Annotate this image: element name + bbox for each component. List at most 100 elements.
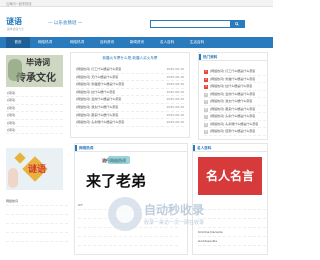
list-item[interactable]: Goddessville [198,237,266,246]
site-slogan: — 以乐会猜谜 — [48,21,83,26]
news-date: 2025-08-16 [166,112,184,117]
rank-row[interactable]: 4 [网络热词] 爱的什么梗是什么意思 [204,91,266,98]
list-item[interactable]: [诗词] [6,97,63,105]
mid-panel-2-header: 网络热词 [75,144,187,152]
left-hero-line2: 传承文化 [16,73,56,84]
watermark-logo-icon [108,197,142,231]
news-date: 2025-08-16 [166,97,184,102]
list-item[interactable]: 网络热词 [6,197,68,206]
rank-list: 1 [网络热词] 打工什么梗是什么意思 2 [网络热词] 鲁猫什么梗是什么意思 3[… [204,68,266,136]
list-item[interactable] [6,233,68,242]
rank-number: 1 [204,70,208,74]
search-icon [235,22,239,26]
rank-number: 6 [204,107,208,112]
list-item[interactable] [6,215,68,224]
left-hero-image-2[interactable]: 谜语 [6,148,63,190]
rank-number: 8 [204,122,208,127]
rank-row[interactable]: 6 [网络热词] 跟来什么梗是什么意思 [204,106,266,113]
list-item[interactable]: [诗词] [6,90,63,98]
rank-row[interactable]: 1 [网络热词] 打工什么梗是什么意思 [204,68,266,76]
main-nav: 首页 网络热词 网络热词 百科资讯 新闻资讯 名人百科 生活百科 [0,37,273,48]
rank-text: [网络热词] 爱的什么梗是什么意思 [210,91,256,96]
left-hero-image[interactable]: 毕诗词 传承文化 [6,55,63,87]
news-title: [网络热词] 鲁猫团什么梗是什么意思 [76,82,125,87]
list-item[interactable]: [诗词] [6,120,63,127]
watermark-subtitle: 收录一来访一次一即在收录 [144,220,205,226]
nav-item-3[interactable]: 百科资讯 [94,37,120,48]
rank-text: [网络热词] 鲁猫什么梗是什么意思 [210,76,256,81]
nav-item-1[interactable]: 网络热词 [32,37,58,48]
news-row[interactable]: [网络热词] 扯什么梗什么意思 2025-08-16 [76,89,184,97]
news-date: 2025-08-16 [166,67,184,71]
news-row[interactable]: [网络热词] 跟来什么梗什么意思 2025-08-16 [76,112,184,120]
right-panel-2-title: 名人百科 [197,145,212,150]
news-title: [网络热词] 打工什么梗是什么意思 [76,67,122,71]
list-item[interactable]: [诗词] [6,127,63,135]
rank-number: 9 [204,130,208,134]
nav-item-6[interactable]: 生活百科 [184,37,210,48]
list-item[interactable]: [诗词] [6,112,63,120]
rank-text: [网络热词] 打工什么梗是什么意思 [210,69,256,73]
rank-number: 4 [204,92,208,97]
search-box [150,20,245,28]
rank-number: 3 [204,85,208,89]
news-title: [网络热词] 跟来什么梗什么意思 [76,112,119,117]
search-input[interactable] [151,21,231,27]
watermark-logo-inner [116,205,134,223]
rank-row[interactable]: 3 [网络热词] 扯什么梗是什么意思 [204,83,266,91]
nav-item-home[interactable]: 首页 [6,37,30,48]
right-feature-image[interactable]: 名人名言 [198,157,262,195]
right-panel-header: 热门资料 [199,53,267,61]
search-button[interactable] [230,21,244,27]
rank-row[interactable]: 7 [网络热词] 头条什么梗是什么意思 [204,113,266,121]
nav-item-5[interactable]: 名人百科 [154,37,180,48]
news-date: 2025-08-16 [166,89,184,94]
list-item[interactable] [6,224,68,233]
news-date: 2025-08-16 [166,104,184,109]
top-bar-text: 云海问一起来猜谜 [6,2,32,6]
news-row[interactable]: [网络热词] 头条爆什么梗是什么意思 2025-08-16 [76,119,184,127]
watermark: 自动秒收录 收录一来访一次一即在收录 [108,197,258,233]
rank-text: [网络热词] 扯什么梗是什么意思 [210,84,253,88]
news-row[interactable]: [网络热词] 鲁猫团什么梗是什么意思 2025-08-16 [76,81,184,89]
nav-item-4[interactable]: 新闻资讯 [124,37,150,48]
header-accent [199,54,201,60]
rank-number: 7 [204,115,208,119]
rank-number: 5 [204,100,208,104]
left-hero-line1: 毕诗词 [26,57,50,67]
list-item[interactable] [78,237,178,246]
news-date: 2025-08-16 [166,120,184,125]
img-mid-banner [108,156,130,164]
news-title: [网络热词] 天什么梗是什么意思 [76,74,119,79]
right-panel-title: 热门资料 [203,54,218,59]
news-row[interactable]: [网络热词] 打工什么梗是什么意思 2025-08-16 [76,66,184,74]
hero-figure [8,168,18,188]
rank-row[interactable]: 5 [网络热词] 我太什么梗什么意思 [204,98,266,106]
news-title: [网络热词] 头条爆什么梗是什么意思 [76,120,125,125]
mid-panel-2-title: 网络热词 [79,145,94,150]
rank-text: [网络热词] 我太什么梗什么意思 [210,99,253,103]
news-list: [网络热词] 打工什么梗是什么意思 2025-08-16 [网络热词] 天什么梗是… [76,66,184,127]
rank-row[interactable]: 9 [网络热词] 回家什么梗是什么意思 [204,128,266,136]
rank-row[interactable]: 8 [网络热词] 头条爆什么梗是什么意思 [204,121,266,128]
news-title: [网络热词] 爱的什么梗是什么意思 [76,97,122,102]
news-row[interactable]: [网络热词] 爱的什么梗是什么意思 2025-08-16 [76,96,184,104]
list-item[interactable] [6,206,68,215]
left-hero2-text: 谜语 [28,165,47,175]
rank-number: 2 [204,77,208,82]
headline-link[interactable]: 新疆火车票什么是,新疆人买火车票 [76,56,184,61]
rank-text: [网络热词] 回家什么梗是什么意思 [210,129,256,133]
news-date: 2025-08-16 [166,74,184,79]
left-list: [诗词] [诗词] [诗词] [诗词] [诗词] [诗词] [6,90,63,135]
mid-feature-image[interactable]: 流行网络热词 来了老弟 [82,156,152,196]
news-row[interactable]: [网络热词] 我太什么梗什么意思 2025-08-16 [76,104,184,112]
nav-item-2[interactable]: 网络热词 [64,37,90,48]
site-logo[interactable]: 谜语 趣味谜语大全 [6,17,42,33]
rank-row[interactable]: 2 [网络热词] 鲁猫什么梗是什么意思 [204,76,266,83]
hero-figure [8,59,22,81]
logo-subtitle: 趣味谜语大全 [7,27,24,31]
list-item[interactable]: [诗词] [6,105,63,113]
news-date: 2025-08-16 [166,82,184,87]
news-row[interactable]: [网络热词] 天什么梗是什么意思 2025-08-16 [76,74,184,82]
watermark-title: 自动秒收录 [144,203,205,217]
